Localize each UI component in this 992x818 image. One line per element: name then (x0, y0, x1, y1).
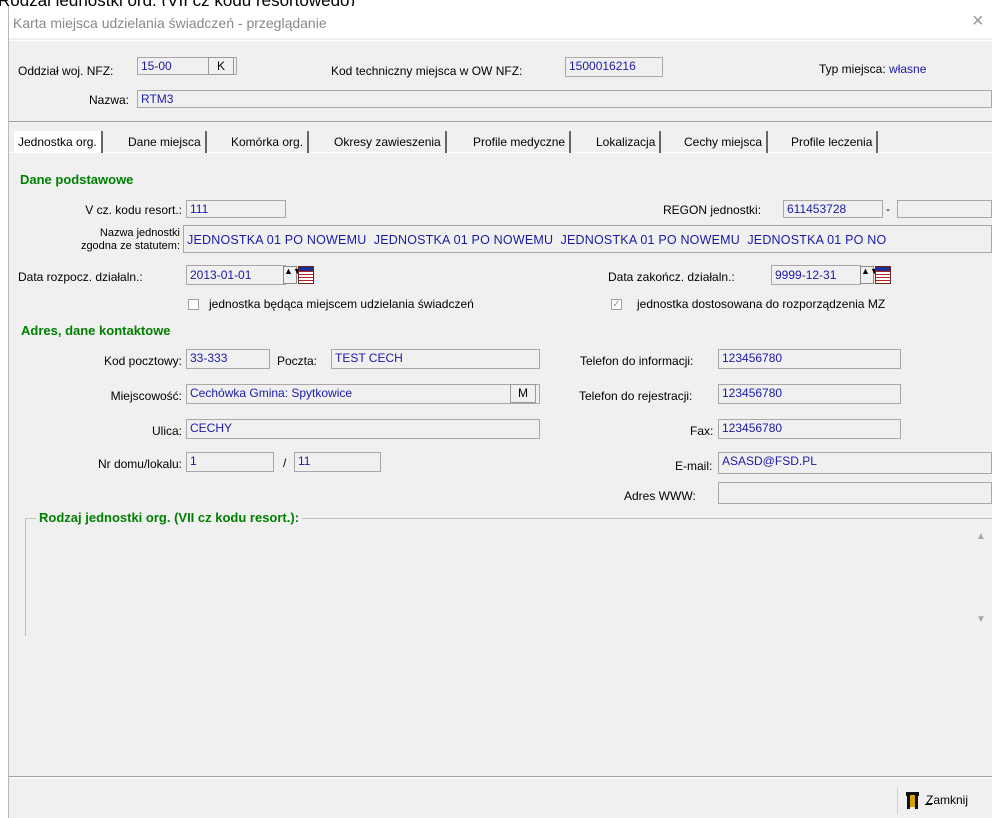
typ-miejsca-label: Typ miejsca: własne (819, 62, 926, 76)
tab-komorka-org[interactable]: Komórka org. (227, 131, 310, 153)
section-dane-podstawowe: Dane podstawowe (20, 172, 134, 187)
data-zakoncz-label: Data zakończ. działaln.: (608, 270, 735, 284)
header-panel (9, 40, 992, 122)
tab-jednostka-org[interactable]: Jednostka org. (14, 131, 103, 153)
ulica-label: Ulica: (151, 424, 182, 438)
miejscowosc-field[interactable]: Cechówka Gmina: Spytkowice (186, 384, 540, 404)
tab-dane-miejsca[interactable]: Dane miejsca (124, 131, 207, 153)
nr-domu-label: Nr domu/lokalu: (97, 457, 182, 471)
telefon-informacji-field[interactable]: 123456780 (718, 349, 901, 369)
typ-miejsca-caption: Typ miejsca: (819, 62, 886, 76)
data-rozpocz-spinner[interactable]: ▲▼ (283, 266, 302, 284)
email-field[interactable]: ASASD@FSD.PL (718, 452, 992, 474)
email-label: E-mail: (675, 459, 713, 473)
data-rozpocz-label: Data rozpocz. działaln.: (18, 270, 143, 284)
kod-techniczny-field[interactable]: 1500016216 (565, 57, 663, 77)
door-exit-icon (906, 792, 920, 810)
oddzial-label: Oddział woj. NFZ: (18, 64, 114, 78)
data-rozpocz-calendar-icon[interactable] (298, 266, 314, 284)
telefon-rejestracji-label: Telefon do rejestracji: (579, 389, 693, 403)
rodzaj-textarea[interactable] (26, 526, 992, 636)
door-panel-icon-part (910, 795, 915, 807)
close-button[interactable]: Zamknij (897, 788, 992, 814)
v-cz-kodu-field[interactable]: 111 (186, 200, 286, 218)
kod-techniczny-label: Kod techniczny miejsca w OW NFZ: (331, 64, 523, 78)
tab-okresy-zawieszenia[interactable]: Okresy zawieszenia (330, 131, 447, 153)
window-close-icon[interactable]: × (972, 11, 984, 31)
regon-field[interactable]: 611453728 (783, 200, 883, 218)
jednostka-miejscem-label: jednostka będąca miejscem udzielania świ… (209, 297, 474, 311)
nr-lokalu-field[interactable]: 11 (294, 452, 381, 472)
www-label: Adres WWW: (624, 489, 696, 503)
telefon-informacji-label: Telefon do informacji: (580, 354, 694, 368)
regon-label: REGON jednostki: (663, 203, 762, 217)
www-field[interactable] (718, 482, 992, 504)
tab-profile-medyczne[interactable]: Profile medyczne (469, 131, 572, 153)
section-adres: Adres, dane kontaktowe (21, 323, 171, 338)
door-post-right-icon-part (915, 795, 918, 809)
close-button-underline (925, 804, 932, 805)
regon-separator: - (886, 202, 890, 216)
nazwa-jednostki-label-2: zgodna ze statutem: (80, 240, 180, 252)
ulica-field[interactable]: CECHY (186, 419, 540, 439)
fax-field[interactable]: 123456780 (718, 419, 901, 439)
tab-lokalizacja[interactable]: Lokalizacja (592, 131, 662, 153)
jednostka-dostosowana-checkbox[interactable]: ✓ (611, 299, 622, 310)
nr-domu-field[interactable]: 1 (186, 452, 274, 472)
miejscowosc-label: Miejscowość: (110, 389, 182, 403)
regon-suffix-field[interactable] (897, 200, 992, 218)
nr-separator: / (283, 456, 287, 470)
kod-pocztowy-label: Kod pocztowy: (103, 354, 182, 368)
rodzaj-title: Rodzaj jednostki org. (VII cz kodu resor… (36, 510, 303, 525)
nazwa-field[interactable]: RTM3 (137, 90, 992, 108)
footer-divider (9, 776, 992, 778)
poczta-field[interactable]: TEST CECH (331, 349, 540, 369)
tab-cechy-miejsca[interactable]: Cechy miejsca (680, 131, 769, 153)
tab-profile-leczenia[interactable]: Profile leczenia (787, 131, 879, 153)
nazwa-jednostki-label-1: Nazwa jednostki (99, 227, 180, 239)
dialog-window (8, 6, 992, 818)
jednostka-dostosowana-label: jednostka dostosowana do rozporządzenia … (637, 297, 886, 311)
window-title: Karta miejsca udzielania świadczeń - prz… (13, 15, 327, 31)
nazwa-label: Nazwa: (89, 93, 130, 107)
data-rozpocz-field[interactable]: 2013-01-01 (186, 265, 286, 285)
rodzaj-scroll-up-icon[interactable]: ▲ (976, 531, 986, 542)
close-button-label: Zamknij (926, 793, 969, 807)
data-zakoncz-field[interactable]: 9999-12-31 (771, 265, 861, 285)
rodzaj-scroll-down-icon[interactable]: ▼ (976, 614, 986, 625)
telefon-rejestracji-field[interactable]: 123456780 (718, 384, 901, 404)
k-button[interactable]: K (208, 57, 234, 75)
data-zakoncz-spinner[interactable]: ▲▼ (860, 266, 879, 284)
nazwa-jednostki-field[interactable]: JEDNOSTKA 01 PO NOWEMU JEDNOSTKA 01 PO N… (183, 225, 992, 253)
fax-label: Fax: (690, 424, 714, 438)
typ-miejsca-value: własne (889, 62, 927, 76)
data-zakoncz-calendar-icon[interactable] (875, 266, 891, 284)
poczta-label: Poczta: (277, 354, 318, 368)
jednostka-miejscem-checkbox[interactable] (188, 299, 199, 310)
kod-pocztowy-field[interactable]: 33-333 (186, 349, 270, 369)
miejscowosc-m-button[interactable]: M (510, 384, 536, 403)
v-cz-kodu-label: V cz. kodu resort.: (85, 203, 182, 217)
